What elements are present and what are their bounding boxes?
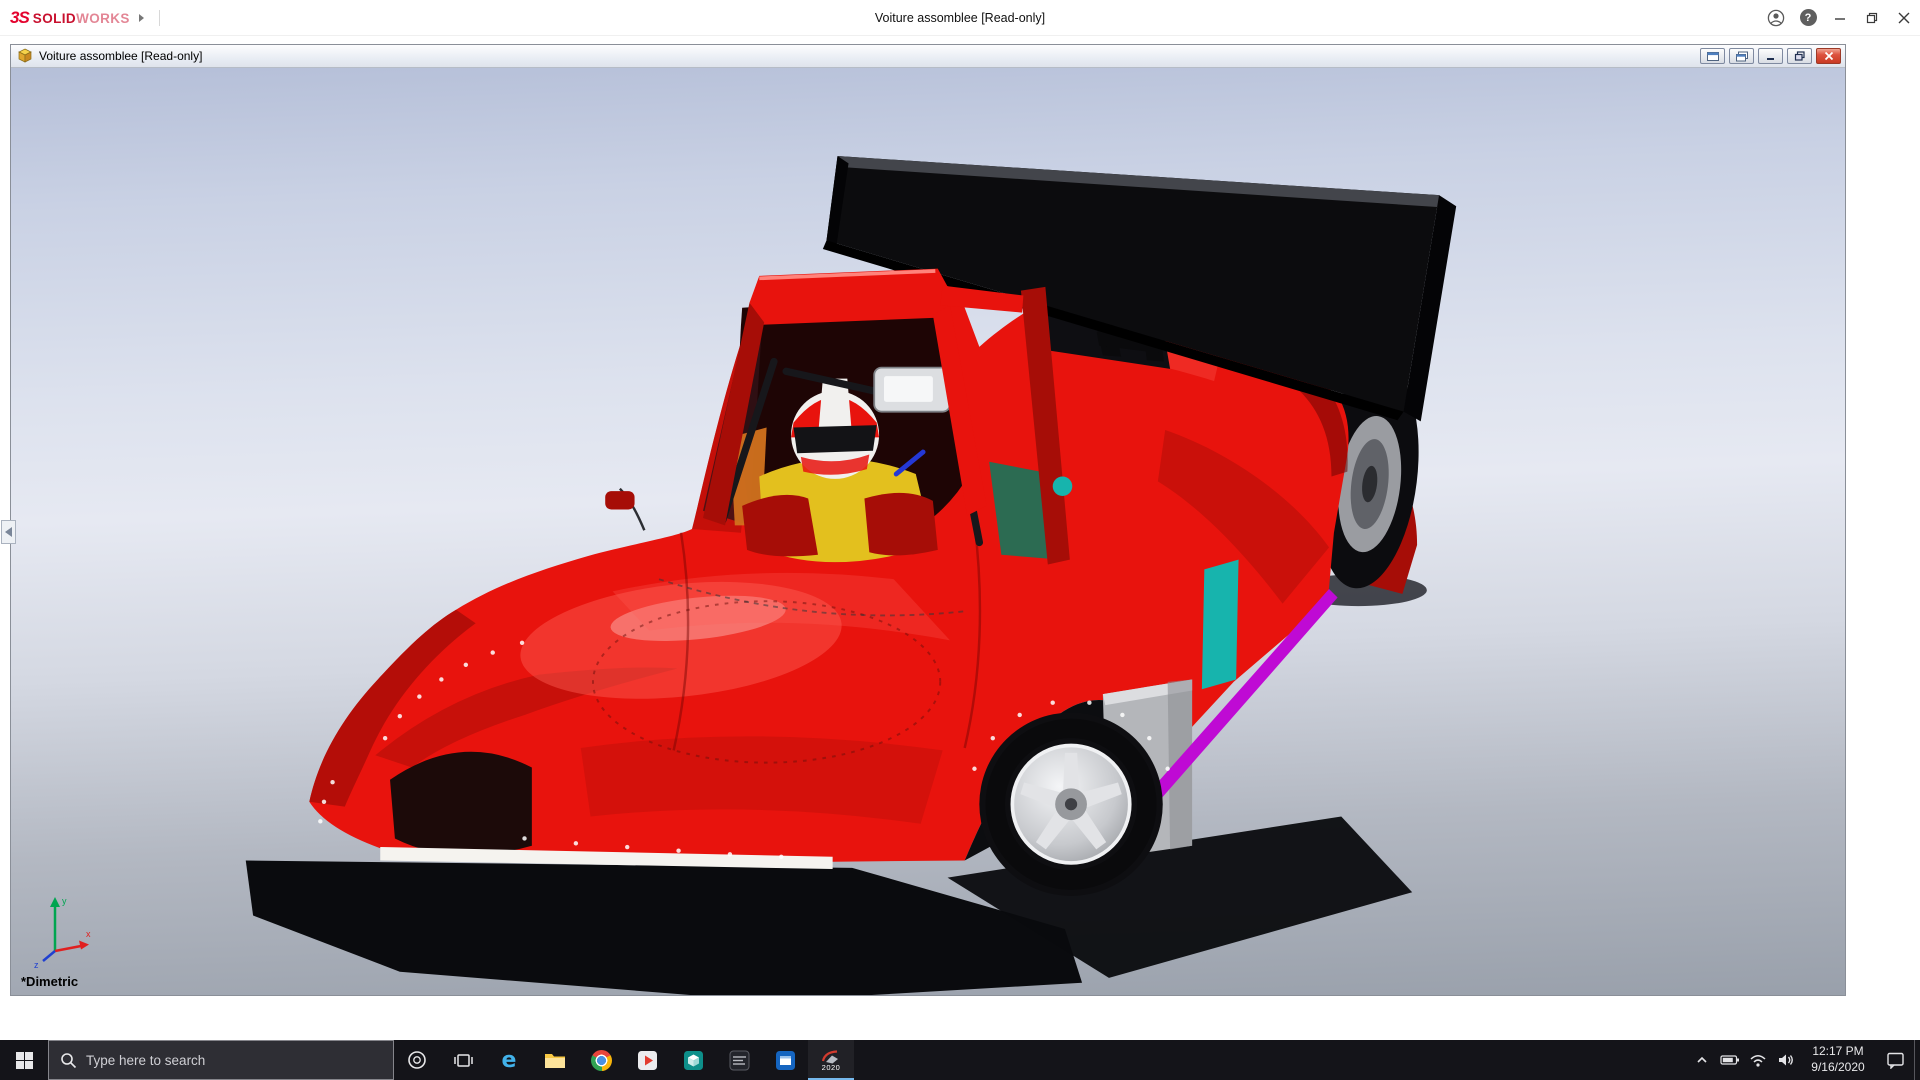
chevron-up-icon — [1695, 1053, 1709, 1067]
close-icon — [1897, 11, 1911, 25]
app-titlebar: 3S SOLIDWORKS Voiture assomblee [Read-on… — [0, 0, 1920, 36]
view-orientation-label: *Dimetric — [21, 974, 78, 989]
document-window-controls — [1700, 48, 1841, 64]
app-logo-area: 3S SOLIDWORKS — [10, 8, 160, 28]
taskbar-search[interactable] — [48, 1040, 394, 1080]
doc-minimize-button[interactable] — [1758, 48, 1783, 64]
show-desktop-button[interactable] — [1914, 1040, 1920, 1080]
doc-window-tile-button[interactable] — [1700, 48, 1725, 64]
orientation-triad: y x z — [31, 889, 95, 969]
document-titlebar[interactable]: Voiture assomblee [Read-only] — [11, 45, 1845, 68]
triad-z-label: z — [34, 960, 39, 969]
brand-wordmark: SOLIDWORKS — [33, 11, 130, 26]
help-button[interactable]: ? — [1792, 0, 1824, 36]
wifi-icon — [1748, 1051, 1768, 1069]
tray-expand-button[interactable] — [1688, 1040, 1716, 1080]
maximize-button[interactable] — [1856, 0, 1888, 36]
cortana-button[interactable] — [394, 1040, 440, 1080]
battery-button[interactable] — [1716, 1040, 1744, 1080]
blue-app-button[interactable] — [762, 1040, 808, 1080]
action-center-icon — [1886, 1051, 1905, 1069]
window-title: Voiture assomblee [Read-only] — [875, 11, 1045, 25]
console-app-icon — [729, 1050, 750, 1071]
account-button[interactable] — [1760, 0, 1792, 36]
viewport-3d[interactable]: y x z *Dimetric — [11, 68, 1845, 995]
clock-date: 9/16/2020 — [1800, 1060, 1876, 1076]
solidworks-app-icon — [821, 1049, 841, 1064]
blue-app-icon — [775, 1050, 796, 1071]
doc-restore-button[interactable] — [1787, 48, 1812, 64]
panel-collapse-arrow[interactable] — [1, 520, 16, 544]
edrawings-button[interactable] — [670, 1040, 716, 1080]
document-window: Voiture assomblee [Read-only] — [10, 44, 1846, 996]
doc-restore-icon — [1794, 51, 1806, 61]
minimize-icon — [1833, 11, 1847, 25]
task-view-icon — [453, 1050, 474, 1071]
edge-icon: e — [502, 1048, 517, 1073]
solidworks-version-badge: 2020 — [822, 1064, 841, 1071]
close-button[interactable] — [1888, 0, 1920, 36]
windows-logo-icon — [16, 1052, 33, 1069]
window-controls: ? — [1760, 0, 1920, 35]
file-explorer-button[interactable] — [532, 1040, 578, 1080]
titlebar-divider — [159, 10, 160, 26]
battery-icon — [1720, 1051, 1740, 1069]
solidworks-taskbar-button[interactable]: 2020 — [808, 1040, 854, 1080]
chevron-left-icon — [5, 527, 12, 537]
rear-left-wheel — [979, 712, 1162, 895]
clock-time: 12:17 PM — [1800, 1044, 1876, 1060]
taskbar-clock[interactable]: 12:17 PM 9/16/2020 — [1800, 1040, 1876, 1080]
start-button[interactable] — [0, 1040, 48, 1080]
window-tile-icon — [1706, 51, 1720, 62]
edge-button[interactable]: e — [486, 1040, 532, 1080]
task-view-button[interactable] — [440, 1040, 486, 1080]
doc-close-button[interactable] — [1816, 48, 1841, 64]
media-player-button[interactable] — [624, 1040, 670, 1080]
menu-expand-arrow-icon[interactable] — [139, 14, 144, 22]
cortana-icon — [407, 1050, 427, 1070]
minimize-button[interactable] — [1824, 0, 1856, 36]
search-icon — [60, 1052, 77, 1069]
volume-button[interactable] — [1772, 1040, 1800, 1080]
console-app-button[interactable] — [716, 1040, 762, 1080]
rear-view-mirror — [874, 368, 950, 412]
chrome-button[interactable] — [578, 1040, 624, 1080]
triad-y-label: y — [62, 896, 67, 906]
action-center-button[interactable] — [1876, 1040, 1914, 1080]
taskbar: e — [0, 1040, 1920, 1080]
doc-close-icon — [1823, 51, 1835, 61]
file-explorer-icon — [544, 1051, 566, 1070]
edrawings-icon — [683, 1050, 704, 1071]
restore-icon — [1865, 11, 1879, 25]
dassault-3s-icon: 3S — [10, 8, 29, 28]
doc-minimize-icon — [1765, 51, 1777, 61]
speaker-icon — [1776, 1051, 1796, 1069]
screen: 3S SOLIDWORKS Voiture assomblee [Read-on… — [0, 0, 1920, 1080]
account-icon — [1767, 9, 1785, 27]
help-icon: ? — [1800, 9, 1817, 26]
assembly-icon — [17, 48, 33, 64]
system-tray: 12:17 PM 9/16/2020 — [1688, 1040, 1920, 1080]
document-title: Voiture assomblee [Read-only] — [39, 49, 202, 63]
network-button[interactable] — [1744, 1040, 1772, 1080]
car-model-render — [11, 68, 1845, 995]
search-input[interactable] — [86, 1053, 382, 1068]
side-mirror-left — [605, 491, 634, 509]
media-player-icon — [637, 1050, 658, 1071]
triad-x-label: x — [86, 929, 91, 939]
solidworks-logo-icon: 3S SOLIDWORKS — [10, 8, 130, 28]
doc-window-cascade-button[interactable] — [1729, 48, 1754, 64]
chrome-icon — [591, 1050, 612, 1071]
window-cascade-icon — [1735, 51, 1749, 62]
